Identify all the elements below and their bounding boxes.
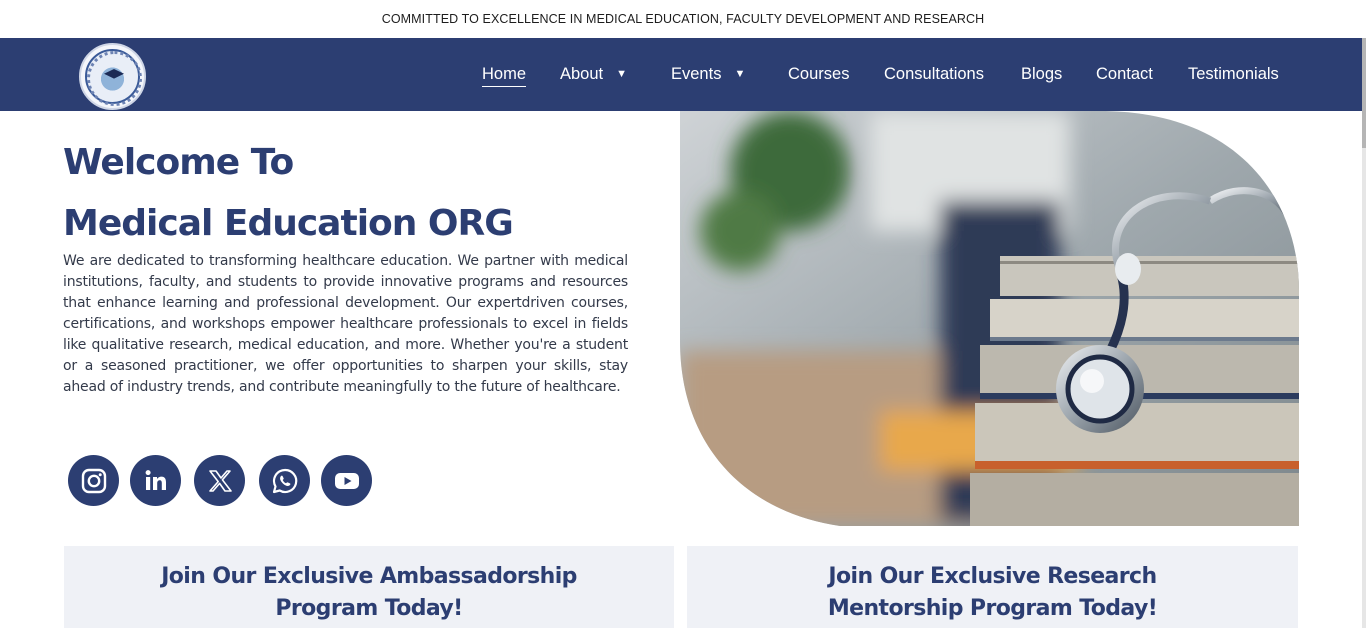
research-mentorship-card-title: Join Our Exclusive Research Mentorship P… [827, 561, 1158, 628]
nav-item-testimonials[interactable]: Testimonials [1188, 65, 1279, 84]
chevron-down-icon: ▼ [616, 68, 628, 80]
page-scrollbar-thumb[interactable] [1362, 38, 1366, 148]
announcement-text: COMMITTED TO EXCELLENCE IN MEDICAL EDUCA… [381, 12, 985, 26]
whatsapp-icon[interactable] [259, 455, 310, 506]
nav-item-events-label: Events [671, 65, 722, 83]
nav-item-contact[interactable]: Contact [1096, 65, 1153, 84]
card-title-line2: Program Today! [275, 596, 463, 621]
chevron-down-icon: ▼ [734, 68, 746, 80]
nav-item-courses[interactable]: Courses [788, 65, 849, 84]
nav-item-home[interactable]: Home [482, 65, 527, 87]
linkedin-icon[interactable] [130, 455, 181, 506]
hero-image [680, 111, 1299, 526]
nav-item-about[interactable]: About ▼ [560, 65, 627, 84]
card-title-line1: Join Our Exclusive Research [828, 564, 1157, 589]
research-mentorship-card[interactable]: Join Our Exclusive Research Mentorship P… [687, 546, 1298, 628]
nav-item-consultations[interactable]: Consultations [884, 65, 984, 84]
nav-item-blogs[interactable]: Blogs [1021, 65, 1062, 84]
youtube-icon[interactable] [321, 455, 372, 506]
x-icon[interactable] [194, 455, 245, 506]
hero-description: We are dedicated to transforming healthc… [63, 253, 628, 395]
nav-item-about-label: About [560, 65, 604, 83]
ambassadorship-card-title: Join Our Exclusive Ambassadorship Progra… [161, 561, 577, 628]
hero-title-line1: Welcome To [63, 142, 294, 183]
ambassadorship-card[interactable]: Join Our Exclusive Ambassadorship Progra… [64, 546, 674, 628]
main-navigation: Home About ▼ Events ▼ Courses Consultation… [0, 38, 1362, 111]
top-announcement-bar: COMMITTED TO EXCELLENCE IN MEDICAL EDUCA… [0, 0, 1366, 38]
card-title-line1: Join Our Exclusive Ambassadorship [161, 564, 577, 589]
hero-title-line2: Medical Education ORG [63, 203, 514, 244]
nav-item-events[interactable]: Events ▼ [671, 65, 745, 84]
social-links [68, 455, 378, 506]
nav-menu: Home About ▼ Events ▼ Courses Consultation… [0, 38, 1362, 111]
stethoscope-on-books-photo [680, 111, 1299, 526]
card-title-line2: Mentorship Program Today! [827, 596, 1158, 621]
instagram-icon[interactable] [68, 455, 119, 506]
